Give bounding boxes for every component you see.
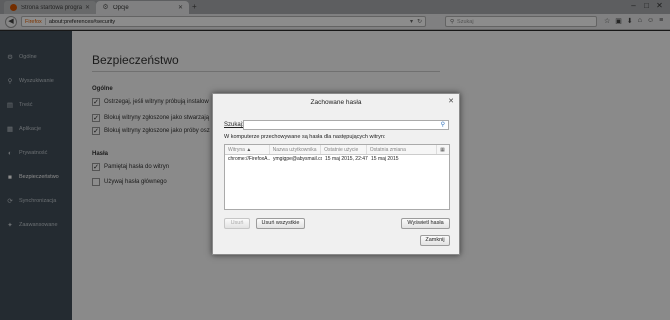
column-header-last-used[interactable]: Ostatnie użycie — [321, 145, 367, 154]
password-search-input[interactable]: ⚲ — [243, 120, 449, 130]
saved-passwords-dialog: Zachowane hasła ✕ Szukaj: ⚲ W komputerze… — [212, 93, 460, 255]
column-header-last-changed[interactable]: Ostatnia zmiana — [367, 145, 438, 154]
table-header: Witryna ▲ Nazwa użytkownika Ostatnie uży… — [225, 145, 449, 155]
dialog-description: W komputerze przechowywane są hasła dla … — [224, 134, 386, 140]
cell-site: chrome://FirefoxA... — [228, 156, 270, 162]
cell-last-changed: 15 maj 2015 — [371, 156, 399, 162]
close-icon[interactable]: ✕ — [448, 97, 454, 105]
close-button[interactable]: Zamknij — [420, 235, 450, 246]
sort-ascending-icon: ▲ — [246, 147, 252, 153]
remove-all-button[interactable]: Usuń wszystkie — [256, 218, 305, 229]
cell-username: ymgigpe@abysmail.com — [273, 156, 322, 162]
table-row[interactable]: chrome://FirefoxA... ymgigpe@abysmail.co… — [225, 155, 449, 164]
cell-last-used: 15 maj 2015, 22:47 — [325, 156, 368, 162]
search-icon: ⚲ — [440, 122, 445, 128]
remove-button[interactable]: Usuń — [224, 218, 250, 229]
passwords-table: Witryna ▲ Nazwa użytkownika Ostatnie uży… — [224, 144, 450, 210]
show-passwords-button[interactable]: Wyświetl hasła — [401, 218, 450, 229]
column-picker-icon[interactable]: ▦ — [437, 145, 449, 154]
column-header-site[interactable]: Witryna ▲ — [225, 145, 270, 154]
column-header-username[interactable]: Nazwa użytkownika — [270, 145, 322, 154]
dialog-title: Zachowane hasła — [310, 99, 362, 106]
search-label: Szukaj: — [224, 122, 244, 128]
